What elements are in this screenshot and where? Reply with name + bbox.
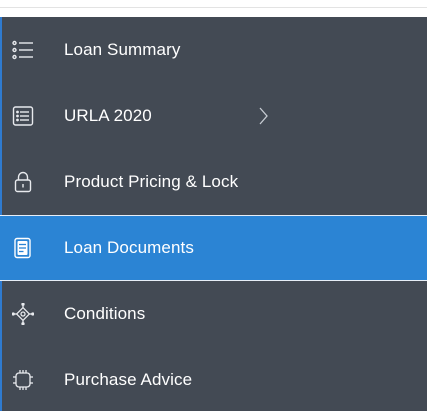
lock-icon <box>12 171 34 193</box>
sidebar-item-label: Product Pricing & Lock <box>64 172 239 191</box>
top-divider <box>0 7 427 8</box>
sidebar-item-urla-2020[interactable]: URLA 2020 <box>0 83 427 149</box>
sidebar-nav: Loan Summary URLA 2020 Product Pricing &… <box>0 17 427 411</box>
list-icon <box>12 39 34 61</box>
form-icon <box>12 105 34 127</box>
conditions-icon <box>12 303 34 325</box>
sidebar-item-purchase-advice[interactable]: Purchase Advice <box>0 347 427 413</box>
sidebar-item-label: Conditions <box>64 304 146 323</box>
sidebar-item-product-pricing-lock[interactable]: Product Pricing & Lock <box>0 149 427 215</box>
sidebar-item-conditions[interactable]: Conditions <box>0 281 427 347</box>
sidebar-item-label: URLA 2020 <box>64 106 152 125</box>
sidebar-item-label: Loan Documents <box>64 238 194 257</box>
sidebar-item-label: Purchase Advice <box>64 370 193 389</box>
document-icon <box>12 237 34 259</box>
sidebar-item-loan-summary[interactable]: Loan Summary <box>0 17 427 83</box>
sidebar-item-label: Loan Summary <box>64 40 181 59</box>
chevron-right-icon[interactable] <box>258 107 268 125</box>
chip-icon <box>12 369 34 391</box>
sidebar-item-loan-documents[interactable]: Loan Documents <box>0 215 427 281</box>
